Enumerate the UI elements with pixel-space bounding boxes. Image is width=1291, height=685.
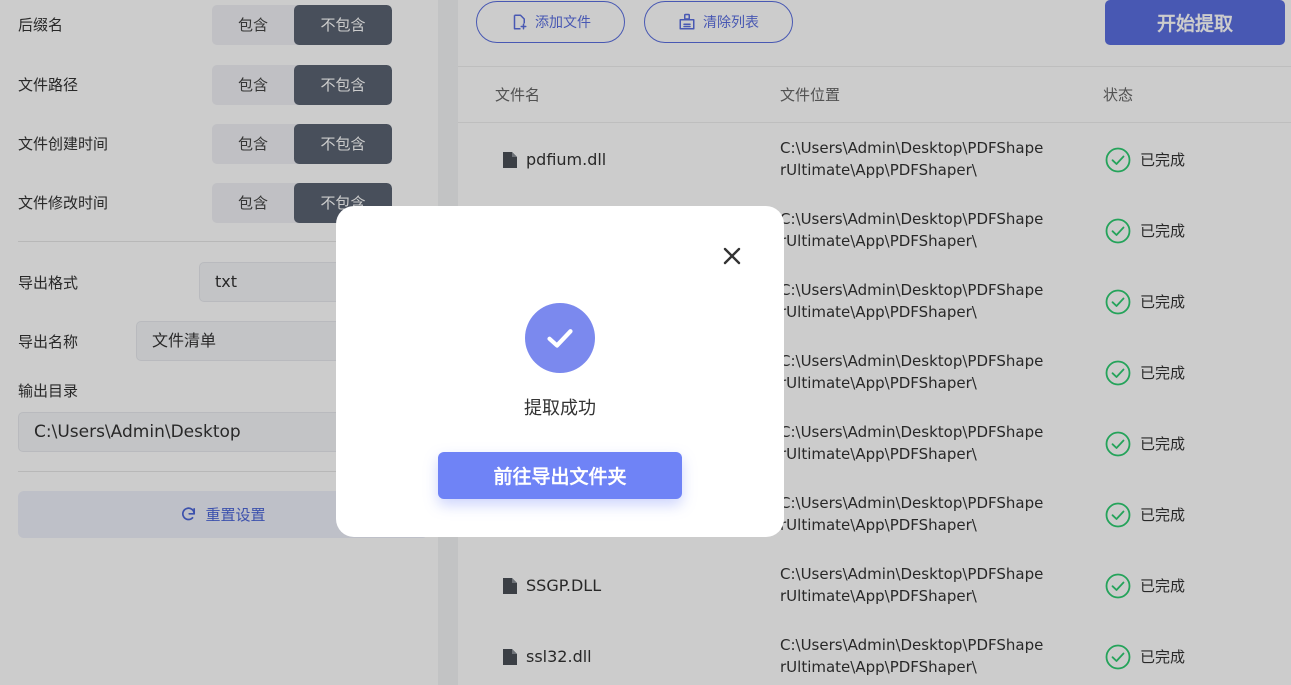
- open-export-folder-button[interactable]: 前往导出文件夹: [438, 452, 682, 499]
- close-icon[interactable]: [720, 244, 744, 268]
- success-dialog: 提取成功 前往导出文件夹: [336, 206, 784, 537]
- success-message: 提取成功: [524, 398, 596, 419]
- success-check-icon: [525, 303, 595, 373]
